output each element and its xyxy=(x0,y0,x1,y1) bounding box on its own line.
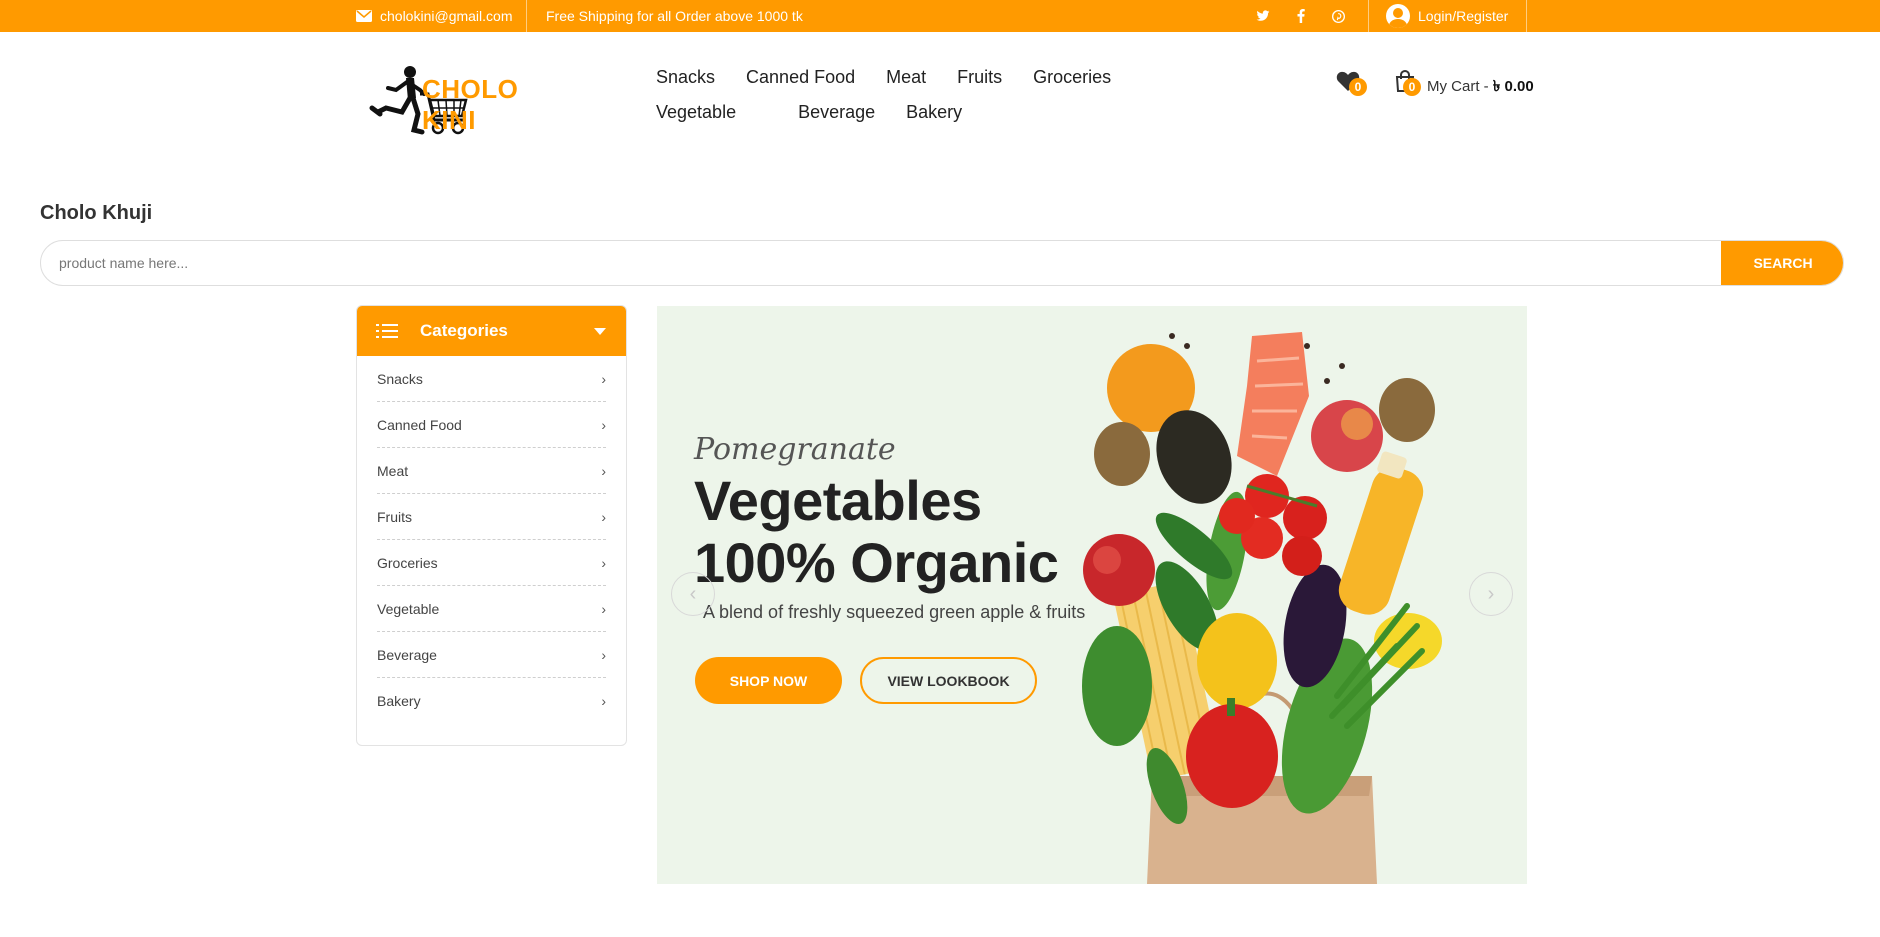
chevron-left-icon: ‹ xyxy=(689,582,697,605)
nav-item-fruits[interactable]: Fruits xyxy=(957,66,1002,89)
chevron-right-icon: › xyxy=(601,600,606,617)
category-item-vegetable[interactable]: Vegetable › xyxy=(377,586,606,632)
chevron-right-icon: › xyxy=(1487,582,1495,605)
email-text: cholokini@gmail.com xyxy=(380,8,513,24)
search-button[interactable]: SEARCH xyxy=(1721,241,1843,285)
caret-down-icon xyxy=(594,328,606,335)
logo-text: CHOLO KINI xyxy=(422,74,519,135)
nav-item-beverage[interactable]: Beverage xyxy=(798,101,875,124)
login-register-link[interactable]: Login/Register xyxy=(1386,0,1508,32)
category-label: Vegetable xyxy=(377,600,440,617)
chevron-right-icon: › xyxy=(601,693,606,709)
category-label: Meat xyxy=(377,462,409,479)
nav-item-bakery[interactable]: Bakery xyxy=(906,101,962,124)
user-icon xyxy=(1386,4,1410,28)
wishlist-count-badge: 0 xyxy=(1349,78,1367,96)
nav-item-groceries[interactable]: Groceries xyxy=(1033,66,1111,89)
divider xyxy=(526,0,527,32)
category-label: Canned Food xyxy=(377,416,462,433)
facebook-icon[interactable] xyxy=(1291,0,1311,32)
envelope-icon xyxy=(356,10,372,22)
chevron-right-icon: › xyxy=(601,462,606,479)
categories-list: Snacks › Canned Food › Meat › Fruits › Groce… xyxy=(357,356,626,724)
wishlist-button[interactable]: 0 xyxy=(1336,68,1368,98)
main-nav: Snacks Canned Food Meat Fruits Groceries… xyxy=(642,66,1202,124)
search-bar: SEARCH xyxy=(40,240,1844,286)
divider xyxy=(1526,0,1527,32)
search-title: Cholo Khuji xyxy=(40,202,153,224)
cart-summary[interactable]: My Cart - ৳ 0.00 xyxy=(1427,75,1534,100)
hero-subtitle: Pomegranate xyxy=(694,432,896,467)
hero-title: Vegetables 100% Organic xyxy=(694,469,1059,594)
hero-slider: Pomegranate Vegetables 100% Organic A bl… xyxy=(657,306,1527,884)
grocery-bag-image xyxy=(1082,332,1442,884)
view-lookbook-button[interactable]: VIEW LOOKBOOK xyxy=(860,657,1037,704)
cart-total: ৳ 0.00 xyxy=(1492,78,1534,95)
hero-description: A blend of freshly squeezed green apple … xyxy=(703,602,1086,622)
pinterest-icon[interactable] xyxy=(1328,0,1348,32)
category-label: Groceries xyxy=(377,554,438,571)
search-input[interactable] xyxy=(41,241,1721,285)
chevron-right-icon: › xyxy=(601,370,606,387)
category-label: Bakery xyxy=(377,693,421,709)
category-label: Snacks xyxy=(377,370,423,387)
nav-item-snacks[interactable]: Snacks xyxy=(656,66,715,89)
shop-now-button[interactable]: SHOP NOW xyxy=(695,657,842,704)
divider xyxy=(1368,0,1369,32)
email-contact[interactable]: cholokini@gmail.com xyxy=(356,0,512,32)
cart-label: My Cart - xyxy=(1427,78,1493,95)
nav-item-meat[interactable]: Meat xyxy=(886,66,926,89)
category-label: Beverage xyxy=(377,646,437,663)
list-icon xyxy=(376,324,398,338)
category-item-canned-food[interactable]: Canned Food › xyxy=(377,402,606,448)
top-bar: cholokini@gmail.com Free Shipping for al… xyxy=(0,0,1880,32)
categories-header[interactable]: Categories xyxy=(357,306,626,356)
cart-count-badge: 0 xyxy=(1403,78,1421,96)
nav-item-canned-food[interactable]: Canned Food xyxy=(746,66,855,89)
chevron-right-icon: › xyxy=(601,508,606,525)
category-item-groceries[interactable]: Groceries › xyxy=(377,540,606,586)
category-item-fruits[interactable]: Fruits › xyxy=(377,494,606,540)
chevron-right-icon: › xyxy=(601,646,606,663)
hero-title-line-2: 100% Organic xyxy=(694,531,1059,594)
cart-button[interactable]: 0 xyxy=(1395,68,1425,98)
chevron-right-icon: › xyxy=(601,554,606,571)
category-item-bakery[interactable]: Bakery › xyxy=(377,678,606,724)
site-logo[interactable]: CHOLO KINI xyxy=(358,64,568,142)
hero-title-line-1: Vegetables xyxy=(694,469,982,532)
login-label: Login/Register xyxy=(1418,8,1509,24)
categories-panel: Categories Snacks › Canned Food › Meat › Fr… xyxy=(356,305,627,746)
category-item-meat[interactable]: Meat › xyxy=(377,448,606,494)
twitter-icon[interactable] xyxy=(1253,0,1273,32)
nav-item-vegetable[interactable]: Vegetable xyxy=(656,101,736,124)
category-item-beverage[interactable]: Beverage › xyxy=(377,632,606,678)
slider-next-button[interactable]: › xyxy=(1469,572,1513,616)
category-item-snacks[interactable]: Snacks › xyxy=(377,356,606,402)
chevron-right-icon: › xyxy=(601,416,606,433)
shipping-notice: Free Shipping for all Order above 1000 t… xyxy=(546,8,803,24)
category-label: Fruits xyxy=(377,508,412,525)
categories-title: Categories xyxy=(420,321,508,340)
slider-prev-button[interactable]: ‹ xyxy=(671,572,715,616)
